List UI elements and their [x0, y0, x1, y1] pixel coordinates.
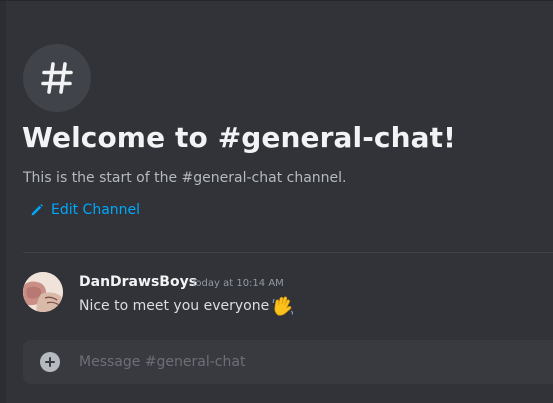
- message-item[interactable]: DanDrawsBoys Today at 10:14 AM Nice to m…: [0, 262, 553, 322]
- message-text: Nice to meet you everyone: [79, 298, 270, 314]
- hash-icon: [41, 62, 73, 94]
- message-content: Nice to meet you everyone: [79, 295, 294, 317]
- add-attachment-button[interactable]: [40, 352, 60, 372]
- header-divider: [0, 0, 553, 1]
- message-username[interactable]: DanDrawsBoys: [79, 274, 197, 290]
- welcome-title: Welcome to #general-chat!: [22, 121, 457, 154]
- message-timestamp: Today at 10:14 AM: [191, 278, 284, 289]
- plus-icon: [45, 357, 55, 367]
- waving-hand-emoji: [272, 295, 294, 317]
- edit-channel-label: Edit Channel: [51, 202, 141, 218]
- channel-hash-badge: [23, 44, 91, 112]
- welcome-divider: [23, 252, 553, 253]
- edit-channel-button[interactable]: Edit Channel: [29, 202, 140, 218]
- welcome-subtitle: This is the start of the #general-chat c…: [23, 170, 347, 186]
- pencil-icon: [29, 202, 45, 218]
- server-sidebar-edge: [0, 0, 6, 403]
- avatar[interactable]: [23, 272, 63, 312]
- message-input[interactable]: [79, 340, 539, 384]
- message-composer: [23, 340, 553, 384]
